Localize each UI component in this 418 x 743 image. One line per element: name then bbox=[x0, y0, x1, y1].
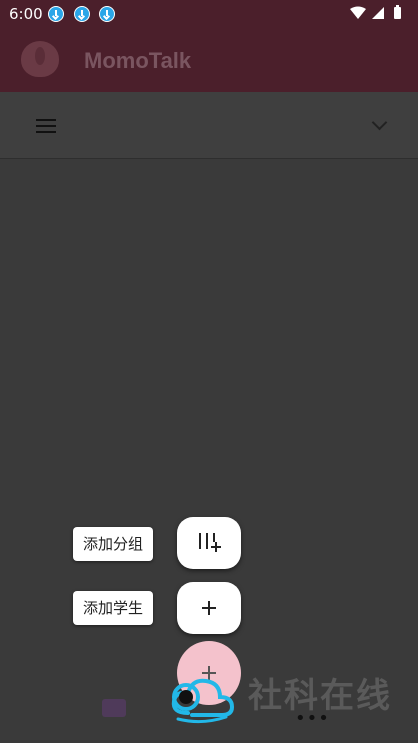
signal-icon bbox=[372, 7, 384, 19]
plus-icon bbox=[202, 601, 216, 615]
status-time: 6:00 bbox=[9, 5, 43, 23]
download-icon bbox=[74, 6, 90, 22]
add-group-button[interactable] bbox=[177, 517, 241, 569]
app-title: MomoTalk bbox=[84, 48, 192, 73]
add-group-icon bbox=[199, 533, 221, 553]
watermark-text: 社科在线 bbox=[248, 676, 392, 716]
chevron-down-icon[interactable] bbox=[371, 114, 388, 131]
status-bar: 6:00 bbox=[0, 0, 418, 28]
peach-logo-icon bbox=[21, 41, 59, 77]
download-icon bbox=[48, 6, 64, 22]
hamburger-menu-icon[interactable] bbox=[36, 119, 56, 133]
chat-icon[interactable] bbox=[102, 699, 126, 717]
wifi-icon bbox=[350, 5, 401, 19]
add-student-label[interactable]: 添加学生 bbox=[73, 591, 154, 625]
download-icon bbox=[99, 6, 115, 22]
add-group-label[interactable]: 添加分组 bbox=[73, 527, 154, 561]
watermark-logo-icon bbox=[171, 678, 235, 724]
app-bar: MomoTalk bbox=[0, 28, 418, 92]
add-student-button[interactable] bbox=[177, 582, 241, 634]
system-status-icons bbox=[348, 5, 408, 25]
battery-icon bbox=[394, 7, 401, 19]
toolbar bbox=[0, 92, 418, 159]
